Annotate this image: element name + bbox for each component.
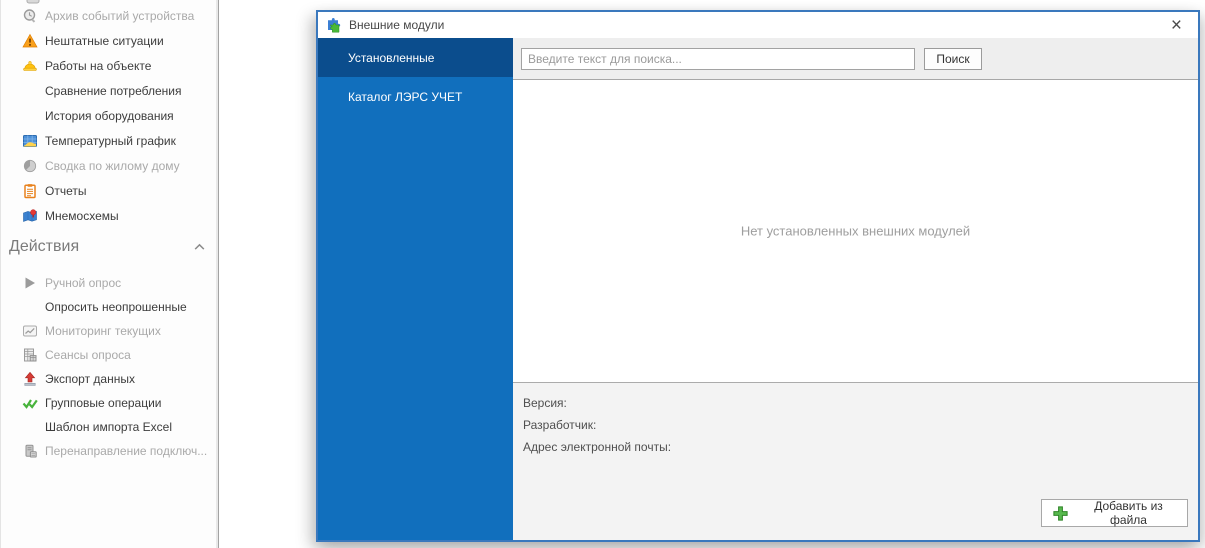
temperature-chart-icon: [22, 133, 38, 149]
sidebar-item-label: Шаблон импорта Excel: [45, 420, 173, 434]
developer-label: Разработчик:: [523, 418, 597, 432]
table-icon: [22, 347, 38, 363]
close-button[interactable]: ×: [1167, 16, 1186, 35]
chevron-up-icon[interactable]: [193, 241, 206, 254]
server-icon: [22, 443, 38, 459]
modules-list[interactable]: Нет установленных внешних модулей: [513, 80, 1198, 382]
sidebar-item-label: История оборудования: [45, 108, 174, 123]
sidebar-item-label: Мнемосхемы: [45, 208, 119, 223]
tab-lers-catalog[interactable]: Каталог ЛЭРС УЧЕТ: [318, 77, 513, 116]
search-button[interactable]: Поиск: [924, 47, 982, 70]
sidebar-nav-list: Архив событий устройства Нештатные ситуа…: [1, 3, 218, 228]
sidebar-item-connection-redirect[interactable]: Перенаправление подключ...: [1, 439, 218, 463]
sidebar-item-label: Сравнение потребления: [45, 83, 182, 98]
sidebar-item-consumption-comparison[interactable]: Сравнение потребления: [1, 78, 218, 103]
clock-icon: [22, 8, 38, 24]
map-pin-icon: [22, 208, 38, 224]
sidebar-item-label: Отчеты: [45, 183, 87, 198]
export-icon: [22, 371, 38, 387]
email-label: Адрес электронной почты:: [523, 440, 672, 454]
double-check-icon: [22, 395, 38, 411]
sidebar-item-group-operations[interactable]: Групповые операции: [1, 391, 218, 415]
sidebar-item-temperature-graph[interactable]: Температурный график: [1, 128, 218, 153]
sidebar-item-device-event-archive[interactable]: Архив событий устройства: [1, 3, 218, 28]
sidebar-actions-list: Ручной опрос Опросить неопрошенные Монит…: [1, 271, 218, 463]
icon-spacer: [22, 419, 38, 435]
sidebar-item-label: Архив событий устройства: [45, 8, 195, 23]
sidebar-item-label: Сводка по жилому дому: [45, 158, 180, 173]
sidebar-item-poll-sessions[interactable]: Сеансы опроса: [1, 343, 218, 367]
sidebar-item-manual-poll[interactable]: Ручной опрос: [1, 271, 218, 295]
icon-spacer: [22, 299, 38, 315]
plus-icon: [1052, 505, 1069, 522]
helmet-icon: [22, 58, 38, 74]
sidebar-item-label: Экспорт данных: [45, 372, 135, 386]
sidebar-item-equipment-history[interactable]: История оборудования: [1, 103, 218, 128]
sidebar-item-label: Мониторинг текущих: [45, 324, 161, 338]
sidebar-item-label: Температурный график: [45, 133, 176, 148]
add-from-file-button[interactable]: Добавить из файла: [1041, 499, 1188, 527]
version-label: Версия:: [523, 396, 567, 410]
warning-icon: [22, 33, 38, 49]
tab-installed[interactable]: Установленные: [318, 38, 513, 77]
empty-list-message: Нет установленных внешних модулей: [740, 223, 971, 239]
sidebar-item-mnemonic-diagrams[interactable]: Мнемосхемы: [1, 203, 218, 228]
module-details-panel: Версия: Разработчик: Адрес электронной п…: [513, 382, 1198, 540]
sidebar-item-residential-summary[interactable]: Сводка по жилому дому: [1, 153, 218, 178]
sidebar-item-excel-import-template[interactable]: Шаблон импорта Excel: [1, 415, 218, 439]
sidebar-item-label: Групповые операции: [45, 396, 162, 410]
search-input[interactable]: [521, 47, 915, 70]
sidebar-item-current-monitoring[interactable]: Мониторинг текущих: [1, 319, 218, 343]
play-icon: [22, 275, 38, 291]
report-icon: [22, 183, 38, 199]
sidebar-item-label: Работы на объекте: [45, 58, 152, 73]
sidebar-item-site-works[interactable]: Работы на объекте: [1, 53, 218, 78]
screen: Архив событий устройства Нештатные ситуа…: [0, 0, 1205, 548]
search-toolbar: Поиск: [513, 38, 1198, 80]
sidebar-item-label: Сеансы опроса: [45, 348, 131, 362]
add-from-file-label: Добавить из файла: [1094, 499, 1163, 527]
sidebar-item-poll-unpolled[interactable]: Опросить неопрошенные: [1, 295, 218, 319]
dialog-title: Внешние модули: [349, 18, 445, 32]
external-modules-dialog: Внешние модули × Установленные Каталог Л…: [316, 10, 1200, 542]
line-chart-icon: [22, 323, 38, 339]
sidebar-item-label: Ручной опрос: [45, 276, 122, 290]
dialog-titlebar: Внешние модули ×: [318, 12, 1198, 38]
dialog-content: Поиск Нет установленных внешних модулей …: [513, 38, 1198, 540]
sidebar-item-emergency-situations[interactable]: Нештатные ситуации: [1, 28, 218, 53]
pie-chart-icon: [22, 158, 38, 174]
app-sidebar: Архив событий устройства Нештатные ситуа…: [0, 0, 219, 548]
sidebar-section-actions[interactable]: Действия: [1, 233, 218, 261]
sidebar-item-label: Нештатные ситуации: [45, 33, 164, 48]
icon-spacer: [22, 83, 38, 99]
sidebar-item-label: Перенаправление подключ...: [45, 444, 208, 458]
dialog-body: Установленные Каталог ЛЭРС УЧЕТ Поиск Не…: [318, 38, 1198, 540]
section-header-label: Действия: [9, 238, 80, 255]
puzzle-icon: [326, 17, 342, 33]
sidebar-item-reports[interactable]: Отчеты: [1, 178, 218, 203]
sidebar-item-label: Опросить неопрошенные: [45, 300, 187, 314]
icon-spacer: [22, 108, 38, 124]
sidebar-item-data-export[interactable]: Экспорт данных: [1, 367, 218, 391]
dialog-sidebar: Установленные Каталог ЛЭРС УЧЕТ: [318, 38, 513, 540]
